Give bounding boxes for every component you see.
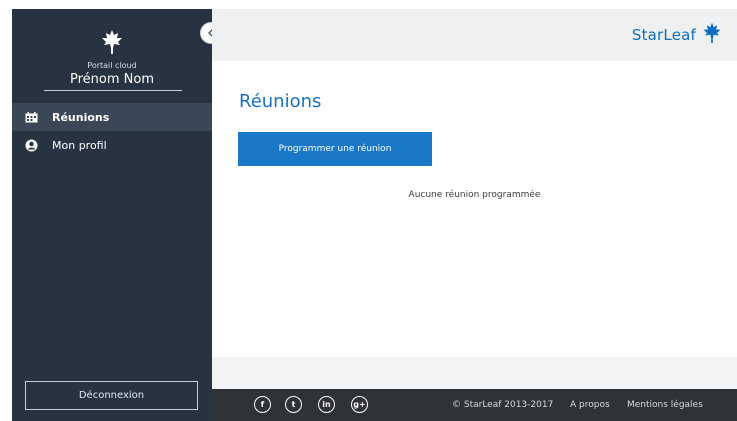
- legal-notice-link[interactable]: Mentions légales: [627, 400, 703, 410]
- sidebar-item-label: Réunions: [52, 110, 110, 124]
- logout-button[interactable]: Déconnexion: [25, 381, 198, 410]
- main-content: Réunions Programmer une réunion Aucune r…: [212, 61, 737, 357]
- top-header: StarLeaf: [212, 9, 737, 61]
- divider: [44, 90, 182, 91]
- maple-leaf-icon: [701, 22, 723, 48]
- brand-logo[interactable]: StarLeaf: [632, 22, 723, 48]
- empty-state-message: Aucune réunion programmée: [408, 190, 541, 200]
- sidebar-item-meetings[interactable]: Réunions: [12, 103, 212, 131]
- twitter-icon[interactable]: t: [285, 396, 302, 413]
- brand-name: StarLeaf: [631, 26, 696, 44]
- profile-icon: [24, 138, 38, 152]
- sidebar-item-label: Mon profil: [52, 138, 107, 152]
- schedule-meeting-button[interactable]: Programmer une réunion: [238, 132, 432, 166]
- sidebar-item-profile[interactable]: Mon profil: [12, 131, 212, 159]
- calendar-icon: [24, 110, 38, 124]
- copyright-text: © StarLeaf 2013-2017: [452, 400, 554, 410]
- user-name: Prénom Nom: [70, 72, 154, 87]
- facebook-icon[interactable]: f: [254, 396, 271, 413]
- page-title: Réunions: [239, 91, 322, 112]
- googleplus-icon[interactable]: g+: [351, 396, 368, 413]
- footer: f t in g+ © StarLeaf 2013-2017 A propos …: [212, 389, 737, 421]
- sidebar: Portail cloud Prénom Nom Réunions Mon pr…: [12, 9, 212, 421]
- portal-label: Portail cloud: [87, 61, 137, 70]
- linkedin-icon[interactable]: in: [318, 396, 335, 413]
- about-link[interactable]: A propos: [570, 400, 610, 410]
- maple-leaf-icon: [100, 29, 124, 55]
